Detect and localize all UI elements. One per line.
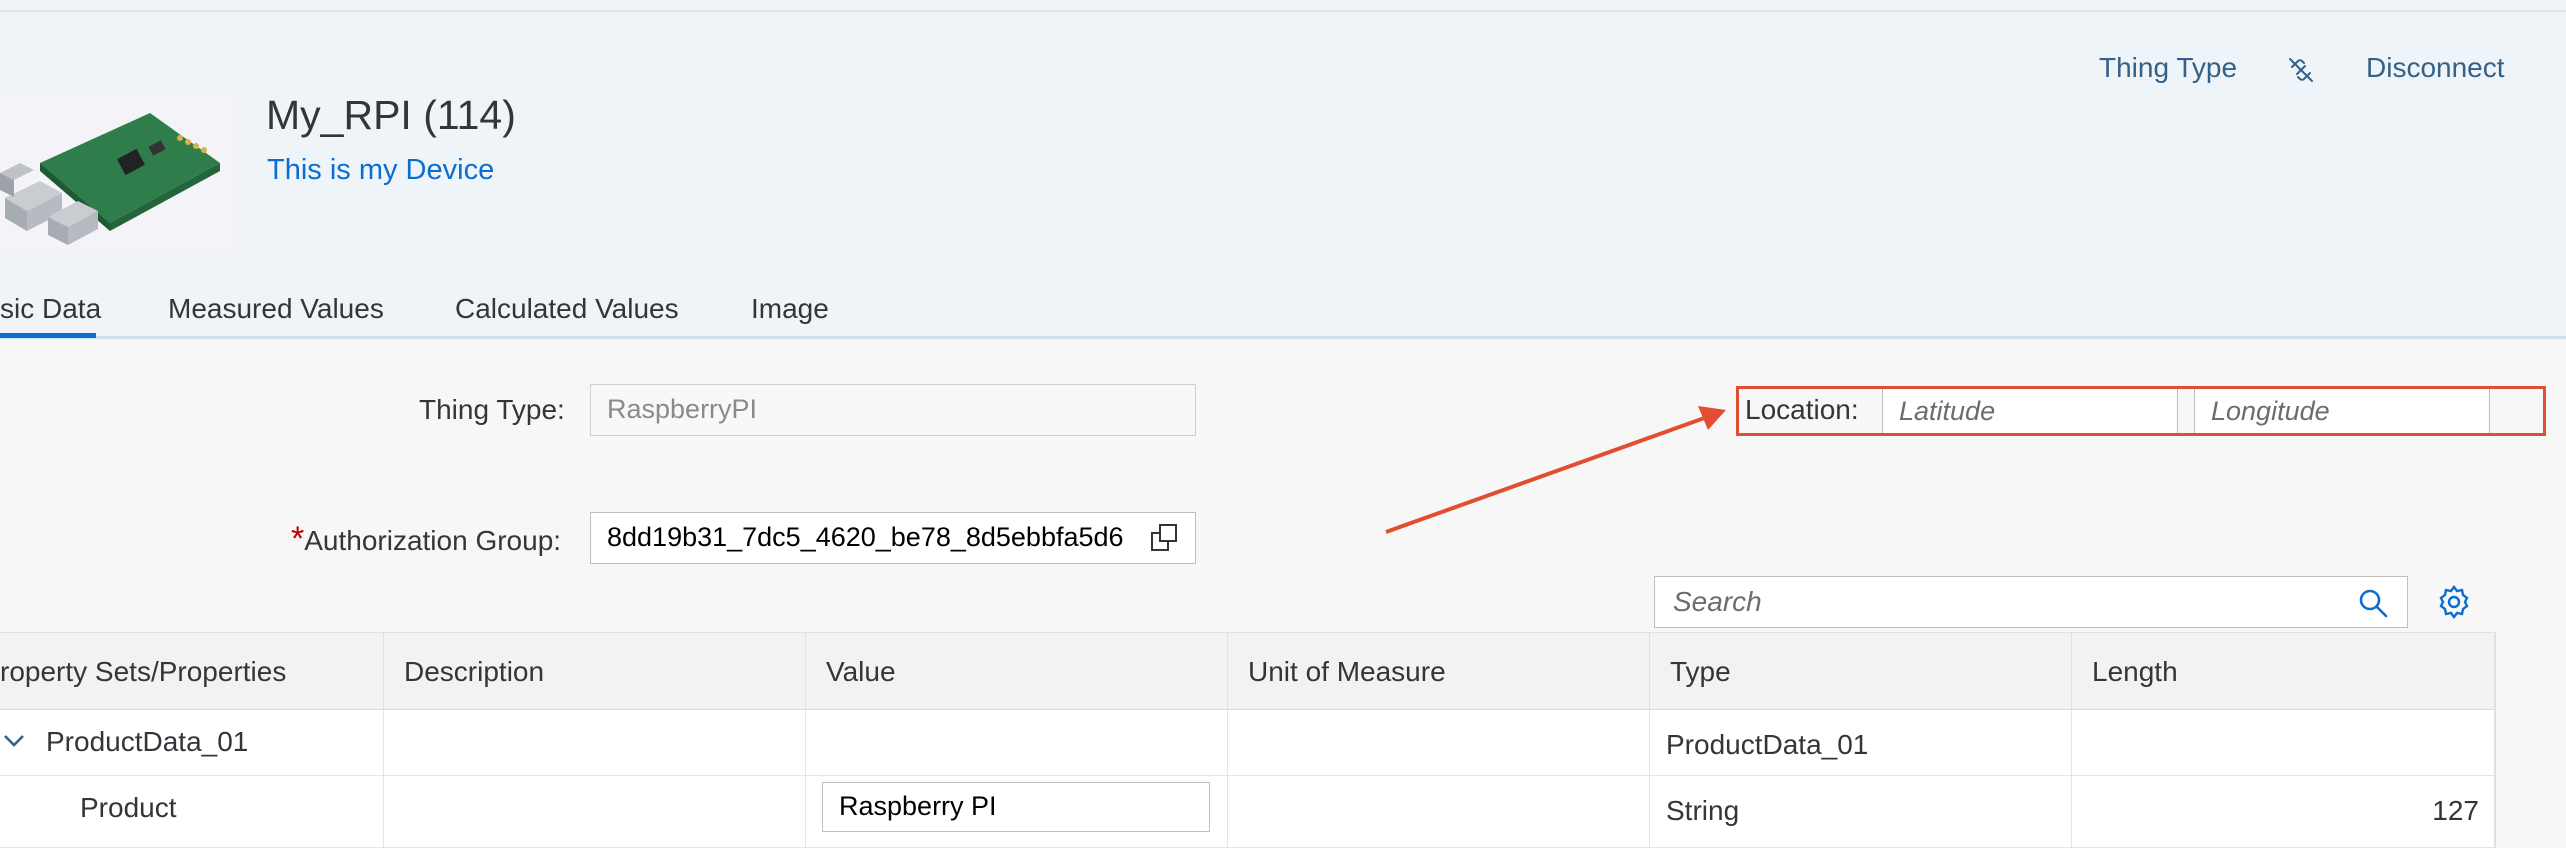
- column-header-property[interactable]: roperty Sets/Properties: [0, 632, 384, 710]
- search-icon[interactable]: [2357, 587, 2389, 619]
- tab-basic-data[interactable]: sic Data: [0, 293, 101, 325]
- properties-table: roperty Sets/Properties Description Valu…: [0, 632, 2496, 848]
- selected-tab-indicator: [0, 333, 96, 338]
- authorization-group-label-text: Authorization Group:: [304, 525, 562, 556]
- device-image: [0, 93, 236, 253]
- type-cell: ProductData_01: [1650, 710, 2072, 775]
- unit-cell: [1228, 776, 1650, 847]
- page-subtitle: This is my Device: [267, 154, 495, 186]
- tab-calculated-values[interactable]: Calculated Values: [455, 293, 679, 325]
- search-input[interactable]: Search: [1654, 576, 2408, 628]
- description-cell: [384, 776, 806, 847]
- gear-icon[interactable]: [2436, 584, 2472, 620]
- type-cell: String: [1650, 776, 2072, 847]
- location-label: Location:: [1745, 394, 1859, 425]
- copy-icon[interactable]: [1148, 522, 1180, 554]
- property-name: Product: [0, 776, 384, 847]
- length-cell: 127: [2072, 776, 2496, 847]
- search-placeholder: Search: [1673, 586, 1762, 617]
- product-value-input[interactable]: Raspberry PI: [822, 782, 1210, 832]
- thing-type-link[interactable]: Thing Type: [2099, 52, 2237, 84]
- column-header-length[interactable]: Length: [2072, 632, 2496, 710]
- annotation-arrow: [1385, 406, 1726, 534]
- thing-type-label: Thing Type:: [419, 394, 565, 425]
- length-cell: [2072, 710, 2496, 775]
- authorization-group-field[interactable]: 8dd19b31_7dc5_4620_be78_8d5ebbfa5d6: [590, 512, 1196, 564]
- unit-cell: [1228, 710, 1650, 775]
- longitude-input[interactable]: Longitude: [2194, 389, 2490, 433]
- thing-type-field: RaspberryPI: [590, 384, 1196, 436]
- unlink-icon[interactable]: [2286, 55, 2316, 85]
- raspberry-pi-image: [0, 113, 220, 245]
- required-marker: *: [291, 520, 305, 558]
- property-cell: ProductData_01: [0, 710, 384, 775]
- latitude-input[interactable]: Latitude: [1882, 389, 2178, 433]
- top-divider: [0, 10, 2566, 12]
- description-cell: [384, 710, 806, 775]
- table-row[interactable]: Product String 127: [0, 776, 2496, 848]
- tab-image[interactable]: Image: [751, 293, 829, 325]
- tab-measured-values[interactable]: Measured Values: [168, 293, 384, 325]
- authorization-group-label: *Authorization Group:: [291, 520, 561, 559]
- disconnect-link[interactable]: Disconnect: [2366, 52, 2505, 84]
- table-edge: [2494, 632, 2496, 848]
- page-title: My_RPI (114): [266, 92, 516, 138]
- column-header-description[interactable]: Description: [384, 632, 806, 710]
- column-header-value[interactable]: Value: [806, 632, 1228, 710]
- column-header-type[interactable]: Type: [1650, 632, 2072, 710]
- value-cell: [806, 710, 1228, 775]
- chevron-down-icon[interactable]: [2, 732, 26, 750]
- table-row[interactable]: ProductData_01 ProductData_01: [0, 710, 2496, 776]
- object-page-header: My_RPI (114) This is my Device Thing Typ…: [0, 0, 2566, 339]
- column-header-unit[interactable]: Unit of Measure: [1228, 632, 1650, 710]
- property-set-name: ProductData_01: [46, 726, 249, 757]
